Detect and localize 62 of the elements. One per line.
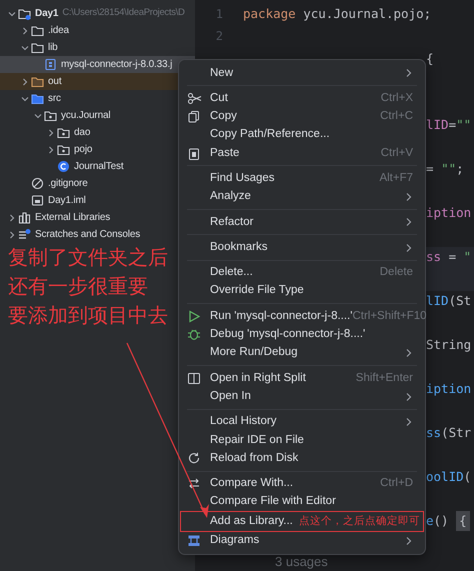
menu-item[interactable]: Delete... Delete [179, 264, 425, 282]
shortcut-label: Delete [380, 265, 413, 280]
ignore-file-icon [31, 177, 44, 190]
code-text: iption [426, 380, 472, 398]
code-line: package ycu.Journal.pojo; [242, 5, 432, 23]
annotation-text: 要添加到项目中去 [8, 304, 168, 329]
folder-icon [31, 92, 44, 105]
package-folder-icon [44, 109, 57, 122]
shortcut-label: Ctrl+V [380, 146, 413, 161]
menu-item[interactable]: Compare File with Editor [179, 492, 425, 512]
code-text: e() { [426, 511, 470, 531]
split-view-icon [187, 372, 203, 385]
shortcut-label: Ctrl+D [380, 476, 413, 492]
shortcut-label: Alt+F7 [379, 171, 413, 186]
code-text: oolID( [426, 468, 472, 486]
menu-item[interactable]: Local History [179, 412, 425, 432]
shortcut-label: Shift+Enter [356, 370, 413, 386]
shortcut-label: Ctrl+X [380, 90, 413, 106]
path-hint: C:\Users\28154\IdeaProjects\D [62, 6, 185, 20]
code-text: lID(St [426, 292, 472, 310]
menu-item[interactable]: Repair IDE on File [179, 431, 425, 450]
shortcut-label: Ctrl+C [380, 109, 413, 124]
tree-item[interactable]: .idea [0, 22, 195, 39]
code-text: { [426, 50, 434, 68]
shortcut-label: Ctrl+Shift+F10 [352, 308, 427, 324]
folder-icon [31, 75, 44, 88]
menu-item[interactable]: Diagrams [179, 532, 425, 550]
menu-item[interactable]: Override File Type [179, 282, 425, 300]
menu-item[interactable]: Add as Library... [181, 512, 295, 531]
annotation-text: 还有一步很重要 [8, 275, 149, 300]
folder-icon [31, 41, 44, 54]
archive-icon [44, 58, 57, 71]
menu-item[interactable]: Open in Right Split Shift+Enter [179, 369, 425, 388]
tree-item[interactable]: lib [0, 39, 195, 56]
package-folder-icon [57, 126, 70, 139]
annotation-text: 点这个，之后点确定即可 [299, 514, 421, 530]
class-icon [57, 160, 70, 173]
run-icon [187, 310, 203, 323]
scissors-icon [187, 92, 203, 105]
scratches-icon [18, 228, 31, 241]
menu-item[interactable]: Debug 'mysql-connector-j-8....' [179, 326, 425, 344]
code-text: lID="" [426, 116, 472, 134]
package-folder-icon [57, 143, 70, 156]
bug-icon [187, 328, 203, 342]
project-folder-icon [18, 7, 31, 20]
annotation-text: 复制了文件夹之后 [8, 246, 168, 271]
code-text: iption [426, 204, 472, 222]
module-file-icon [31, 194, 44, 207]
menu-item[interactable]: Reload from Disk [179, 449, 425, 468]
menu-item[interactable]: Compare With... Ctrl+D [179, 474, 425, 493]
folder-icon [31, 24, 44, 37]
code-text: ss = " [426, 248, 472, 266]
menu-item[interactable]: Run 'mysql-connector-j-8....'Ctrl+Shift+F10 [179, 307, 425, 326]
menu-item[interactable]: Open In [179, 387, 425, 406]
libraries-icon [18, 211, 31, 224]
usages-hint: 3 usages [274, 555, 329, 569]
code-text: ss(Str [426, 424, 472, 442]
menu-item[interactable]: More Run/Debug [179, 344, 425, 362]
code-text: = ""; [426, 160, 464, 178]
code-text: String [426, 336, 472, 354]
tree-item[interactable]: Day1 C:\Users\28154\IdeaProjects\D [0, 5, 195, 22]
tree-item[interactable]: mysql-connector-j-8.0.33.j [0, 56, 195, 73]
